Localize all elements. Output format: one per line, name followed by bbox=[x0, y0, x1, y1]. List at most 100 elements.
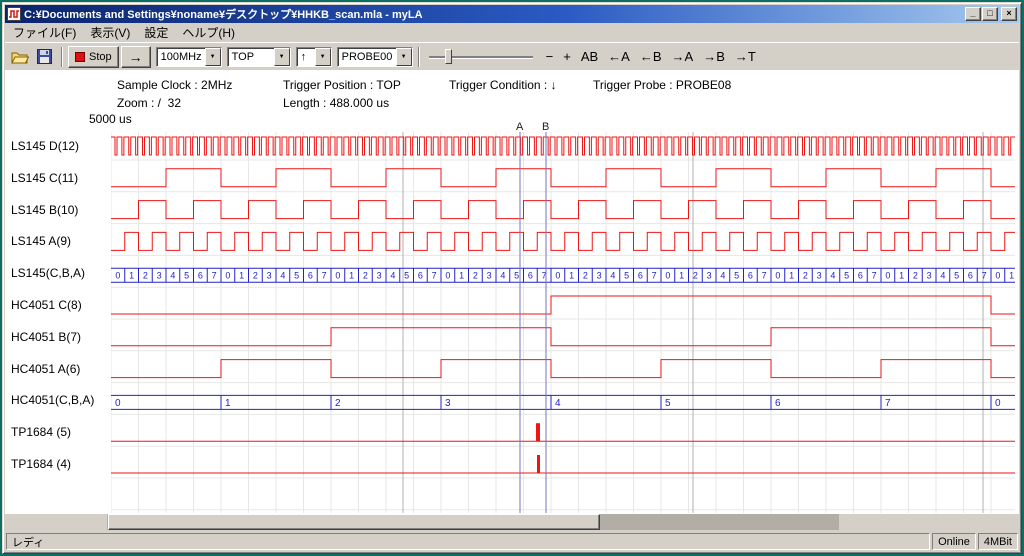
svg-text:2: 2 bbox=[143, 271, 148, 281]
channel-label: LS145 A(9) bbox=[11, 234, 71, 248]
trigger-position-select[interactable]: TOP ▼ bbox=[227, 47, 291, 67]
clock-select-value: 100MHz bbox=[157, 51, 202, 63]
svg-text:5: 5 bbox=[184, 271, 189, 281]
trigger-position-text: Trigger Position : TOP bbox=[283, 78, 401, 92]
cursor-b-prev-button[interactable]: ←B bbox=[635, 49, 667, 64]
channel-label: TP1684 (4) bbox=[11, 457, 71, 471]
probe-select[interactable]: PROBE00 ▼ bbox=[337, 47, 413, 67]
svg-text:0: 0 bbox=[995, 398, 1001, 409]
waveform-plot[interactable]: AB 0123456701234567012345670123456701234… bbox=[111, 132, 1015, 513]
svg-text:5: 5 bbox=[954, 271, 959, 281]
toolbar-separator bbox=[61, 47, 63, 67]
svg-text:7: 7 bbox=[982, 271, 987, 281]
svg-text:4: 4 bbox=[280, 271, 285, 281]
stop-icon bbox=[75, 52, 85, 62]
svg-text:2: 2 bbox=[363, 271, 368, 281]
ab-button[interactable]: AB bbox=[576, 49, 603, 64]
svg-text:1: 1 bbox=[569, 271, 574, 281]
svg-text:1: 1 bbox=[459, 271, 464, 281]
menu-item-help[interactable]: ヘルプ(H) bbox=[175, 23, 242, 42]
svg-text:1: 1 bbox=[225, 398, 231, 409]
svg-text:0: 0 bbox=[885, 271, 890, 281]
channel-label: HC4051 C(8) bbox=[11, 298, 82, 312]
svg-text:4: 4 bbox=[555, 398, 561, 409]
scrollbar-thumb[interactable] bbox=[108, 514, 600, 530]
menu-item-view[interactable]: 表示(V) bbox=[83, 23, 137, 42]
title-bar[interactable]: C:¥Documents and Settings¥noname¥デスクトップ¥… bbox=[5, 5, 1019, 23]
channel-label: LS145 B(10) bbox=[11, 203, 78, 217]
svg-text:6: 6 bbox=[528, 271, 533, 281]
cursor-labels: AB bbox=[111, 121, 1015, 132]
svg-text:4: 4 bbox=[610, 271, 615, 281]
svg-text:6: 6 bbox=[198, 271, 203, 281]
probe-select-value: PROBE00 bbox=[338, 51, 393, 63]
svg-text:4: 4 bbox=[830, 271, 835, 281]
svg-text:7: 7 bbox=[322, 271, 327, 281]
zoom-text: Zoom : / 32 bbox=[117, 96, 181, 110]
svg-text:7: 7 bbox=[872, 271, 877, 281]
zoom-in-button[interactable]: + bbox=[558, 49, 576, 64]
folder-icon bbox=[11, 50, 29, 64]
svg-text:6: 6 bbox=[748, 271, 753, 281]
svg-text:4: 4 bbox=[500, 271, 505, 281]
svg-text:4: 4 bbox=[170, 271, 175, 281]
svg-text:0: 0 bbox=[115, 271, 120, 281]
maximize-button[interactable]: □ bbox=[982, 7, 998, 21]
svg-text:6: 6 bbox=[968, 271, 973, 281]
svg-text:1: 1 bbox=[899, 271, 904, 281]
svg-text:2: 2 bbox=[253, 271, 258, 281]
svg-text:2: 2 bbox=[335, 398, 341, 409]
svg-text:1: 1 bbox=[239, 271, 244, 281]
cursor-b-next-button[interactable]: →B bbox=[698, 49, 730, 64]
chevron-down-icon[interactable]: ▼ bbox=[396, 48, 412, 66]
svg-text:6: 6 bbox=[858, 271, 863, 281]
save-button[interactable] bbox=[32, 46, 56, 68]
app-window: C:¥Documents and Settings¥noname¥デスクトップ¥… bbox=[2, 2, 1022, 554]
svg-text:0: 0 bbox=[335, 271, 340, 281]
channel-label: TP1684 (5) bbox=[11, 425, 71, 439]
scrollbar-track[interactable] bbox=[107, 514, 839, 530]
chevron-down-icon[interactable]: ▼ bbox=[315, 48, 331, 66]
svg-text:7: 7 bbox=[652, 271, 657, 281]
waveform-area: LS145 D(12)LS145 C(11)LS145 B(10)LS145 A… bbox=[5, 122, 1019, 514]
svg-text:0: 0 bbox=[775, 271, 780, 281]
chevron-down-icon[interactable]: ▼ bbox=[274, 48, 290, 66]
cursor-a-prev-button[interactable]: ←A bbox=[603, 49, 635, 64]
channel-label: LS145(C,B,A) bbox=[11, 266, 85, 280]
channel-label: LS145 C(11) bbox=[11, 171, 78, 185]
minimize-button[interactable]: _ bbox=[965, 7, 981, 21]
svg-text:1: 1 bbox=[349, 271, 354, 281]
zoom-out-button[interactable]: − bbox=[541, 49, 559, 64]
svg-text:6: 6 bbox=[638, 271, 643, 281]
menu-item-settings[interactable]: 設定 bbox=[137, 23, 175, 42]
slider-thumb[interactable] bbox=[445, 49, 452, 64]
close-button[interactable]: × bbox=[1001, 7, 1017, 21]
svg-text:7: 7 bbox=[885, 398, 891, 409]
channel-labels: LS145 D(12)LS145 C(11)LS145 B(10)LS145 A… bbox=[5, 132, 111, 513]
menu-bar: ファイル(F) 表示(V) 設定 ヘルプ(H) bbox=[5, 23, 1019, 42]
stop-button[interactable]: Stop bbox=[68, 46, 119, 68]
zoom-slider[interactable] bbox=[429, 47, 533, 67]
svg-text:7: 7 bbox=[432, 271, 437, 281]
toolbar-separator bbox=[418, 47, 420, 67]
svg-text:2: 2 bbox=[913, 271, 918, 281]
svg-text:0: 0 bbox=[225, 271, 230, 281]
trigger-edge-select[interactable]: ↑ ▼ bbox=[296, 47, 332, 67]
chevron-down-icon[interactable]: ▼ bbox=[205, 48, 221, 66]
svg-text:0: 0 bbox=[445, 271, 450, 281]
menu-item-file[interactable]: ファイル(F) bbox=[6, 23, 83, 42]
svg-text:5: 5 bbox=[665, 398, 671, 409]
stop-label: Stop bbox=[89, 51, 112, 63]
run-button[interactable]: → bbox=[121, 46, 151, 68]
clock-select[interactable]: 100MHz ▼ bbox=[156, 47, 222, 67]
trigger-jump-button[interactable]: →T bbox=[730, 49, 761, 64]
svg-text:3: 3 bbox=[927, 271, 932, 281]
svg-text:3: 3 bbox=[487, 271, 492, 281]
cursor-a-next-button[interactable]: →A bbox=[667, 49, 699, 64]
trigger-position-value: TOP bbox=[228, 51, 254, 63]
h-scrollbar bbox=[5, 514, 1019, 531]
open-button[interactable] bbox=[8, 46, 32, 68]
svg-text:6: 6 bbox=[418, 271, 423, 281]
status-online: Online bbox=[932, 533, 976, 550]
svg-text:0: 0 bbox=[995, 271, 1000, 281]
